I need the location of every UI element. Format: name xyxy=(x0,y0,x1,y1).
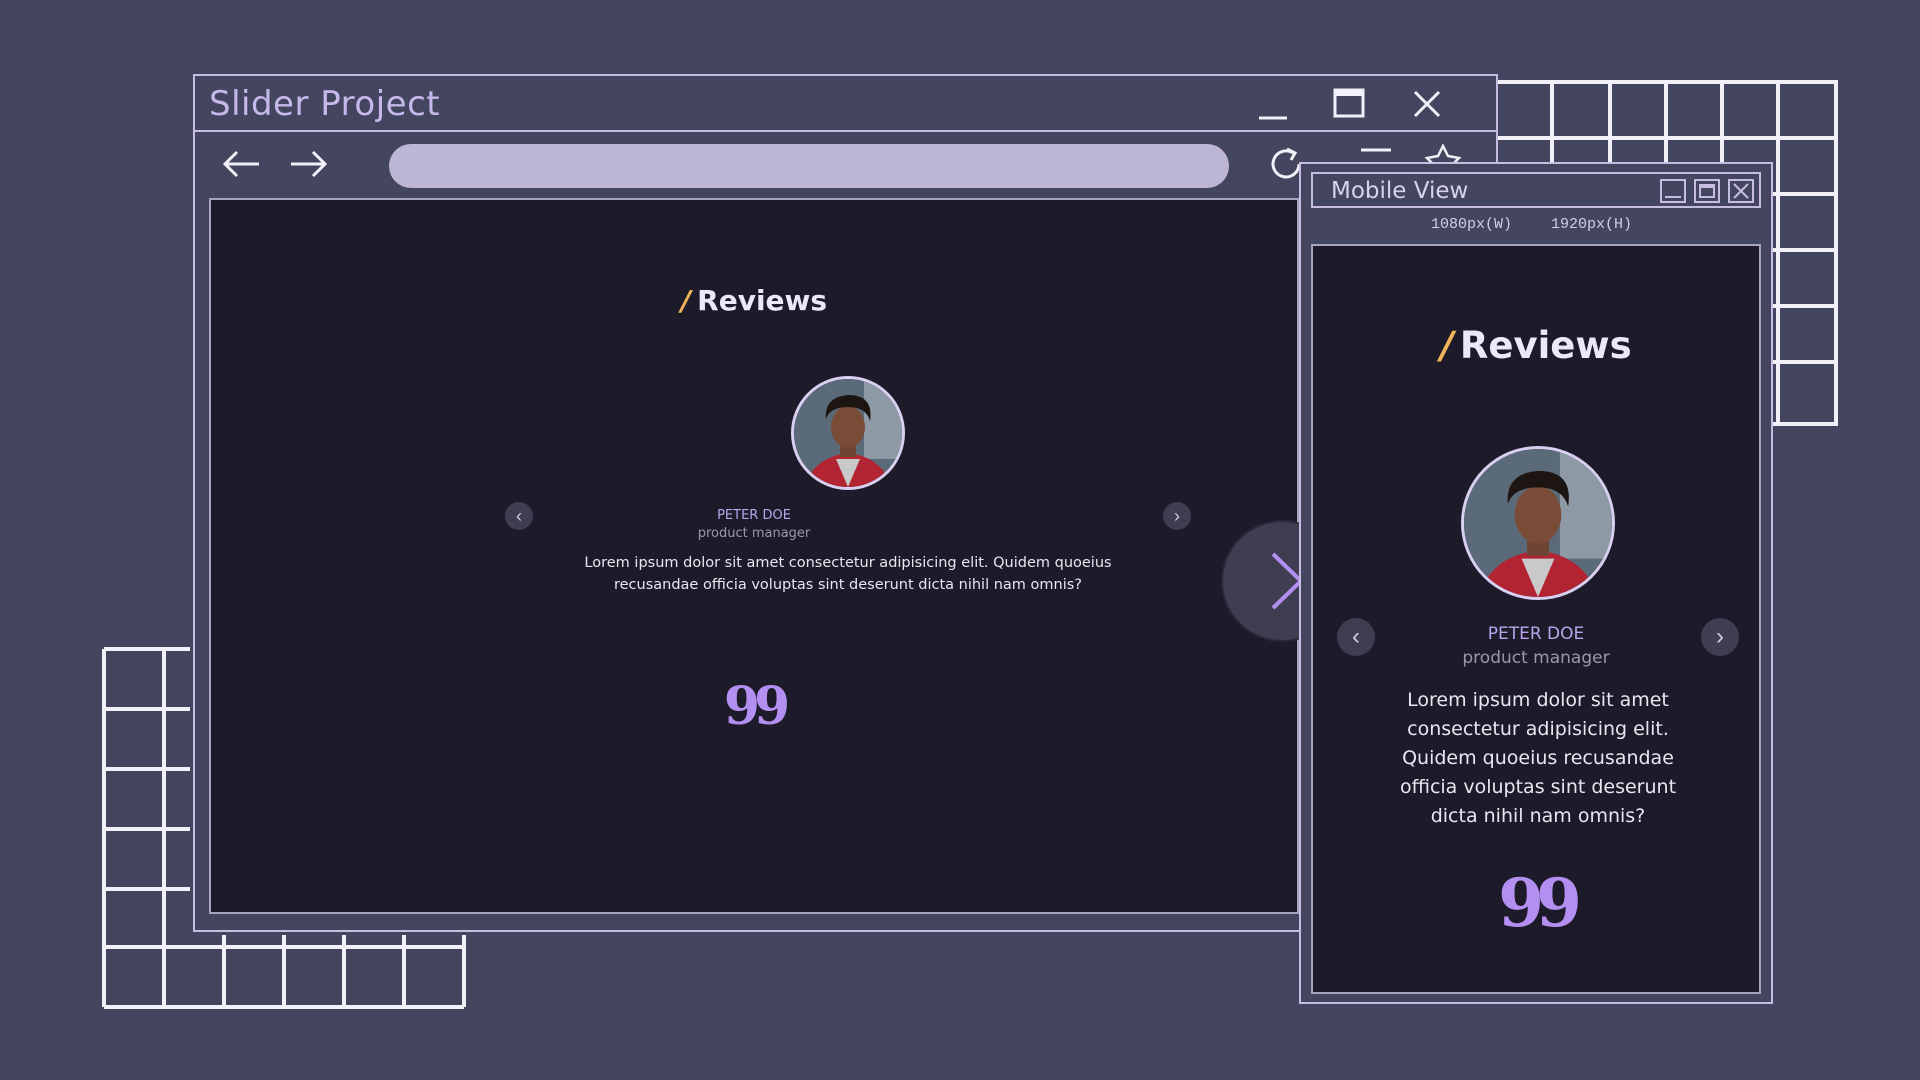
mobile-viewport: / Reviews PETER DOE product manager ‹ › L… xyxy=(1311,244,1761,994)
review-text: Lorem ipsum dolor sit amet consectetur a… xyxy=(1333,686,1743,831)
back-arrow-icon[interactable] xyxy=(219,144,263,184)
avatar xyxy=(1461,446,1615,600)
minimize-icon[interactable] xyxy=(1253,84,1293,124)
person-name: PETER DOE xyxy=(1487,624,1585,644)
minimize-icon[interactable] xyxy=(1660,179,1686,203)
review-text: Lorem ipsum dolor sit amet consectetur a… xyxy=(511,552,1185,596)
chevron-right-icon: › xyxy=(1716,623,1724,650)
prev-review-button[interactable]: ‹ xyxy=(505,502,533,530)
chevron-left-icon: ‹ xyxy=(516,505,522,526)
close-icon[interactable] xyxy=(1407,84,1447,124)
review-line: officia voluptas sint deserunt xyxy=(1399,776,1677,798)
maximize-icon[interactable] xyxy=(1329,84,1369,124)
height-label: 1920px(H) xyxy=(1551,216,1633,233)
heading-text: Reviews xyxy=(697,284,828,317)
window-title: Slider Project xyxy=(209,84,441,124)
chevron-left-icon: ‹ xyxy=(1352,623,1360,650)
close-icon[interactable] xyxy=(1728,179,1754,203)
reviews-heading: / Reviews xyxy=(211,284,1297,317)
mobile-view-window: Mobile View 1080px(W) 1920px(H) / Reviews… xyxy=(1299,162,1773,1004)
heading-slash: / xyxy=(680,284,692,317)
review-line: Lorem ipsum dolor sit amet xyxy=(1407,689,1669,711)
person-photo xyxy=(1464,449,1612,597)
person-role: product manager xyxy=(697,526,811,541)
quote-icon: 99 xyxy=(1498,864,1582,942)
review-line: dicta nihil nam omnis? xyxy=(1430,805,1646,827)
next-review-button[interactable]: › xyxy=(1163,502,1191,530)
avatar xyxy=(791,376,905,490)
width-label: 1080px(W) xyxy=(1431,216,1513,233)
heading-slash: / xyxy=(1440,324,1454,367)
review-line: consectetur adipisicing elit. xyxy=(1407,718,1669,740)
chevron-right-icon: › xyxy=(1174,505,1180,526)
window-titlebar: Slider Project xyxy=(195,76,1496,132)
heading-text: Reviews xyxy=(1459,324,1632,367)
review-line: recusandae officia voluptas sint deserun… xyxy=(613,577,1082,593)
person-photo xyxy=(794,379,902,487)
forward-arrow-icon[interactable] xyxy=(287,144,331,184)
person-role: product manager xyxy=(1462,648,1610,668)
quote-icon: 99 xyxy=(723,676,790,737)
prev-review-button[interactable]: ‹ xyxy=(1337,618,1375,656)
desktop-viewport: / Reviews PETER DOE product manager Lorem… xyxy=(209,198,1299,914)
address-bar[interactable] xyxy=(389,144,1229,188)
person-name: PETER DOE xyxy=(717,508,791,523)
review-line: Quidem quoeius recusandae xyxy=(1402,747,1674,769)
maximize-icon[interactable] xyxy=(1694,179,1720,203)
mobile-titlebar: Mobile View xyxy=(1311,172,1761,208)
review-line: Lorem ipsum dolor sit amet consectetur a… xyxy=(584,555,1112,571)
reviews-heading: / Reviews xyxy=(1313,324,1759,367)
mobile-window-title: Mobile View xyxy=(1331,178,1469,204)
next-review-button[interactable]: › xyxy=(1701,618,1739,656)
